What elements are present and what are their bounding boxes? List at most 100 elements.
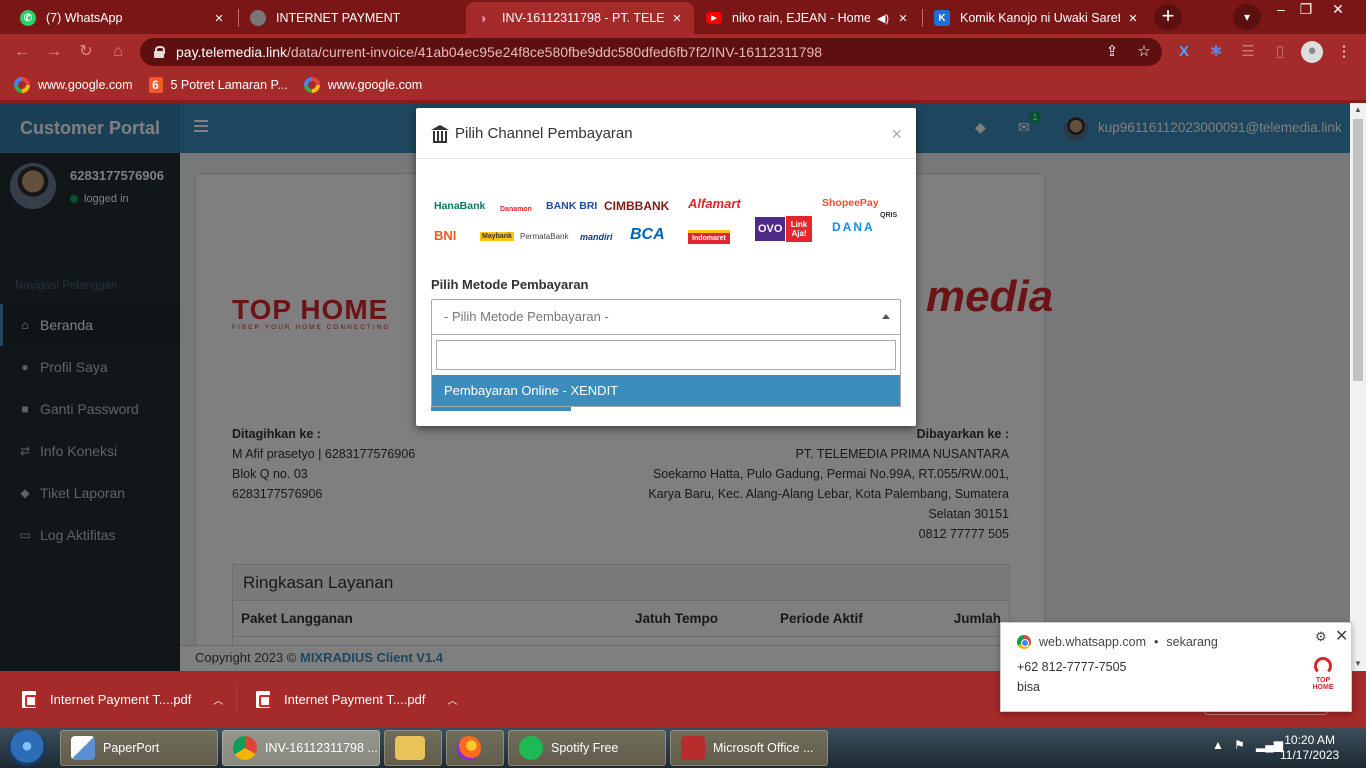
google-icon [303,77,320,93]
ovo-logo: OVO [755,217,786,241]
tab-title: niko rain, EJEAN - Home ( [732,11,870,25]
tab-search-button[interactable]: ▾ [1233,4,1261,30]
indomaret-logo: Indomaret [688,230,730,244]
paperport-icon [71,736,95,760]
windows-taskbar: PaperPort INV-16112311798 ... Spotify Fr… [0,728,1366,768]
network-icon[interactable]: ▂▄▆ [1256,738,1283,752]
taskbar-explorer[interactable] [384,730,442,766]
restore-button[interactable]: ❐ [1293,0,1319,20]
taskbar-chrome[interactable]: INV-16112311798 ... [222,730,380,766]
chevron-up-icon[interactable]: ︿ [447,692,457,707]
page-scrollbar[interactable]: ▲ ▼ [1350,103,1366,671]
notification-source: web.whatsapp.com • sekarang [1017,635,1218,649]
start-button[interactable] [8,730,46,766]
close-icon[interactable]: ✕ [1335,626,1348,646]
system-clock[interactable]: 10:20 AM 11/17/2023 [1280,733,1339,763]
dropdown-search-input[interactable] [436,340,896,370]
reload-button[interactable]: ↻ [76,42,96,62]
payment-logos: HanaBank Danamon BANK BRI CIMBBANK Alfam… [434,196,900,244]
extension-icon[interactable]: ✱ [1206,42,1226,62]
bookmark-google-2[interactable]: www.google.com [303,77,422,93]
minimize-button[interactable]: – [1268,0,1294,20]
select-dropdown: Pembayaran Online - XENDIT [431,335,901,407]
bookmarks-bar: www.google.com 6 5 Potret Lamaran P... w… [0,70,1366,100]
notification-body: bisa [1017,680,1040,694]
scroll-down-icon[interactable]: ▼ [1350,657,1366,671]
lock-icon[interactable] [154,46,165,58]
bookmark-potret[interactable]: 6 5 Potret Lamaran P... [148,77,288,93]
taskbar-paperport[interactable]: PaperPort [60,730,218,766]
mute-tab-icon[interactable]: ◀) [876,12,890,25]
back-button[interactable]: ← [12,42,32,62]
select-placeholder: - Pilih Metode Pembayaran - [444,309,609,324]
bookmark-google-1[interactable]: www.google.com [14,77,133,93]
pdf-icon [256,690,271,708]
modal-header: Pilih Channel Pembayaran [416,108,916,159]
caret-up-icon [882,314,890,319]
extension-x-icon[interactable]: X [1174,42,1194,62]
tab-title: (7) WhatsApp [46,11,123,25]
taskbar-label: PaperPort [103,741,160,755]
permatabank-logo: PermataBank [520,232,569,241]
payment-channel-modal: Pilih Channel Pembayaran × HanaBank Dana… [416,108,916,426]
tray-expand-icon[interactable]: ▲ [1212,738,1224,752]
tab-youtube[interactable]: ▶ niko rain, EJEAN - Home ( ◀) × [696,2,920,34]
komik-icon: K [934,10,950,26]
download-item[interactable]: Internet Payment T....pdf ︿ [256,681,457,717]
bullet: • [1154,635,1159,649]
tab-title: INV-16112311798 - PT. TELEM [502,11,664,25]
tab-title: Komik Kanojo ni Uwaki Sarete [960,11,1120,25]
chrome-notification[interactable]: web.whatsapp.com • sekarang ⚙ ✕ +62 812-… [1000,622,1352,712]
notification-title: +62 812-7777-7505 [1017,660,1127,674]
close-tab-icon[interactable]: × [212,10,226,27]
close-tab-icon[interactable]: × [896,10,910,27]
taskbar-firefox[interactable] [446,730,504,766]
home-button[interactable]: ⌂ [108,42,128,62]
reading-list-icon[interactable]: ☰ [1238,42,1258,62]
flag-icon[interactable]: ⚑ [1234,738,1245,752]
bookmark-star-icon[interactable]: ☆ [1134,42,1154,62]
close-window-button[interactable]: ✕ [1325,0,1351,20]
close-tab-icon[interactable]: × [670,10,684,27]
chrome-icon [1017,635,1031,649]
download-item[interactable]: Internet Payment T....pdf ︿ [22,681,223,717]
close-icon[interactable]: × [891,124,902,145]
scroll-thumb[interactable] [1353,119,1363,381]
folder-icon [395,736,425,760]
chrome-icon [233,736,257,760]
menu-kebab-icon[interactable]: ⋮ [1334,42,1354,62]
tab-komik[interactable]: K Komik Kanojo ni Uwaki Sarete × [924,2,1150,34]
gear-icon[interactable]: ⚙ [1315,629,1327,645]
method-label: Pilih Metode Pembayaran [431,277,589,292]
side-panel-icon[interactable]: ▯ [1270,42,1290,62]
bca-logo: BCA [630,226,665,243]
taskbar-office[interactable]: Microsoft Office ... [670,730,828,766]
option-xendit[interactable]: Pembayaran Online - XENDIT [432,375,900,406]
taskbar-label: Spotify Free [551,741,619,755]
taskbar-spotify[interactable]: Spotify Free [508,730,666,766]
chevron-up-icon[interactable]: ︿ [213,692,223,707]
forward-button[interactable]: → [44,42,64,62]
profile-icon[interactable]: ● [1301,41,1323,63]
tab-invoice[interactable]: ◗ INV-16112311798 - PT. TELEM × [466,2,694,34]
notification-site: web.whatsapp.com [1039,635,1147,649]
new-tab-button[interactable]: + [1154,4,1182,30]
modal-title: Pilih Channel Pembayaran [455,124,633,142]
pdf-icon [22,690,37,708]
youtube-icon: ▶ [706,12,722,24]
clock-time: 10:20 AM [1284,733,1335,747]
close-tab-icon[interactable]: × [1126,10,1140,27]
office-icon [681,736,705,760]
notification-time: sekarang [1166,635,1218,649]
tab-internet-payment[interactable]: INTERNET PAYMENT [240,2,464,34]
maybank-logo: Maybank [480,232,514,241]
address-bar[interactable]: pay.telemedia.link/data/current-invoice/… [140,38,1162,66]
taskbar-label: INV-16112311798 ... [265,741,378,755]
tab-title: INTERNET PAYMENT [276,11,401,25]
tab-whatsapp[interactable]: ✆ (7) WhatsApp × [10,2,236,34]
scroll-up-icon[interactable]: ▲ [1350,103,1366,117]
payment-method-select[interactable]: - Pilih Metode Pembayaran - [431,299,901,335]
whatsapp-icon: ✆ [20,10,36,26]
share-icon[interactable]: ⇪ [1102,42,1122,62]
six-icon: 6 [148,77,163,93]
